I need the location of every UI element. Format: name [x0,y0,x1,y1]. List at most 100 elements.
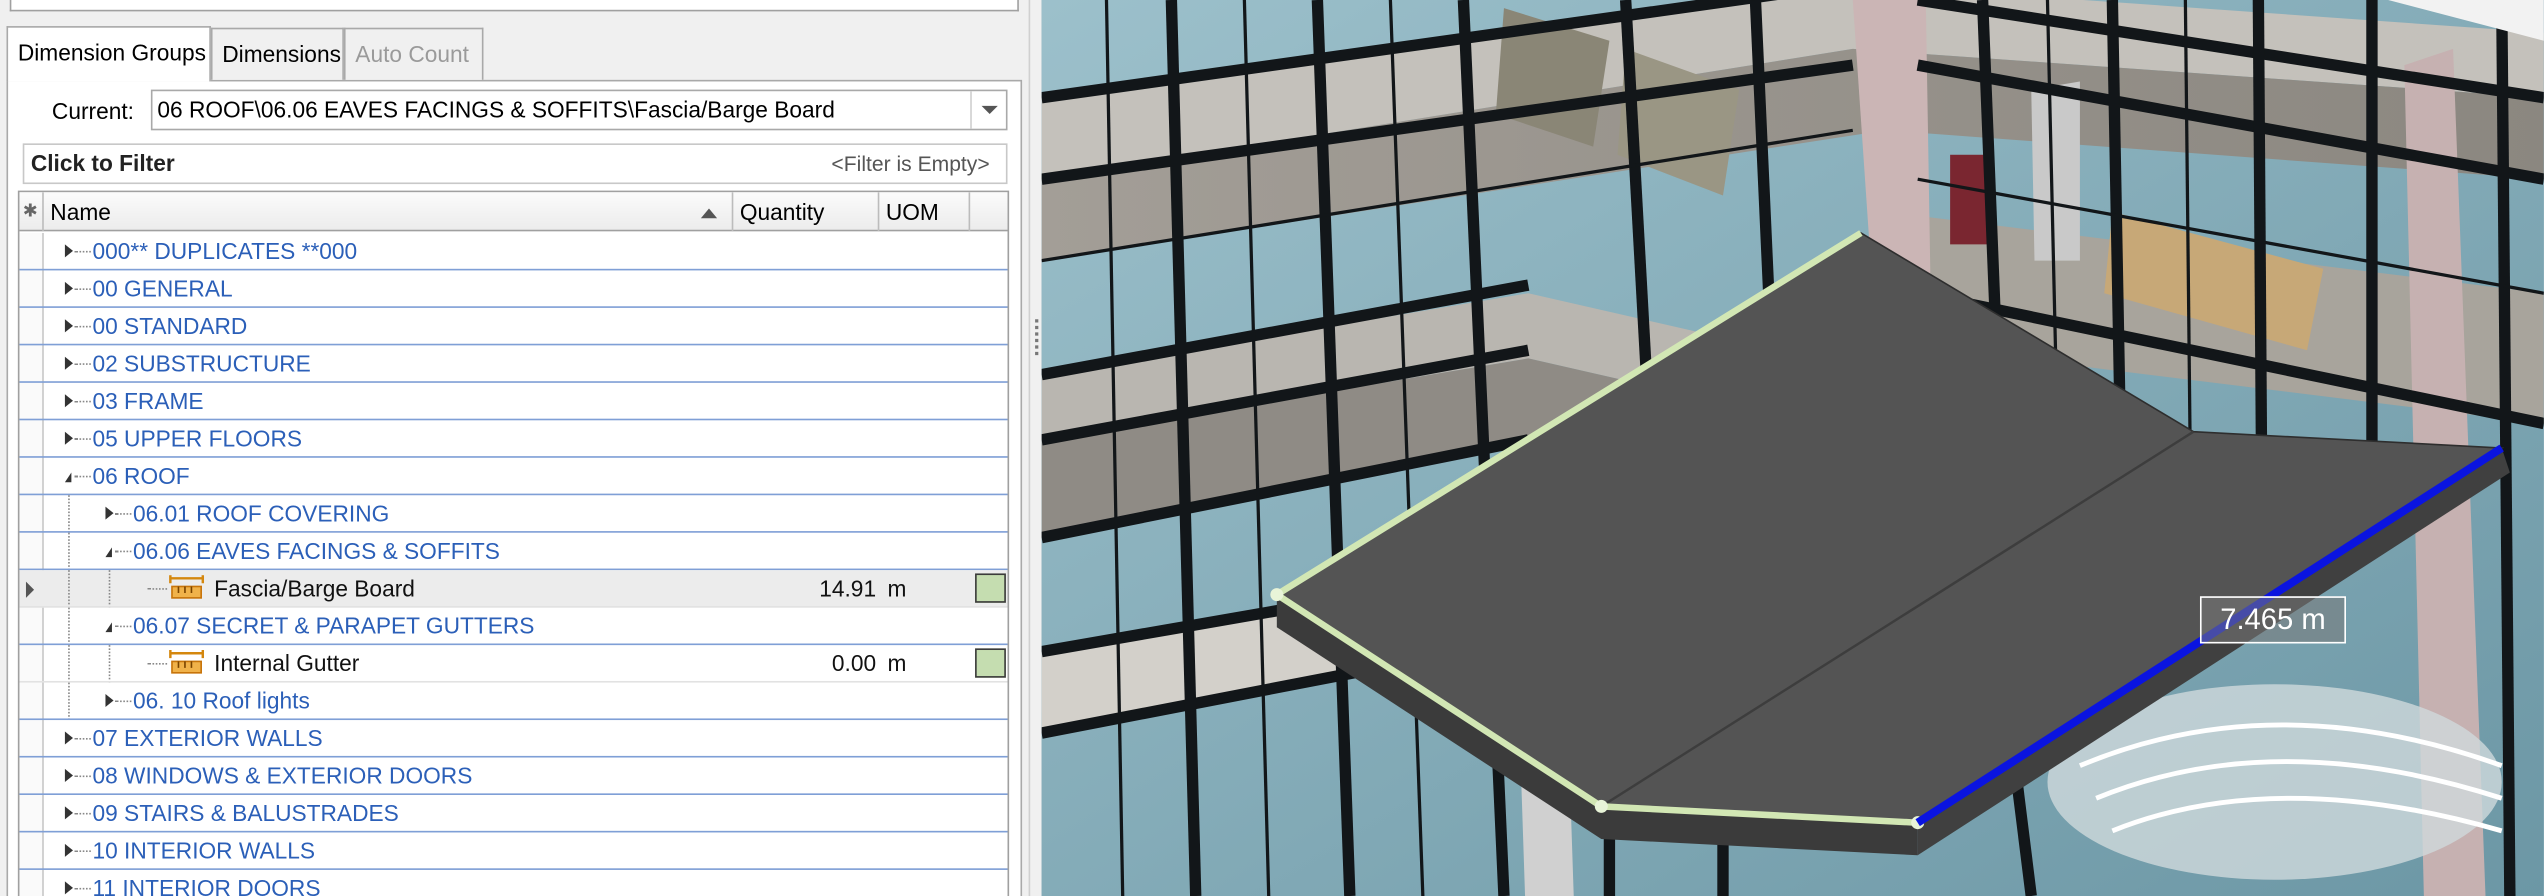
expand-arrow-icon[interactable] [64,881,74,895]
expand-arrow-icon[interactable] [64,244,74,258]
tree-connector [74,400,91,403]
tree-group-row[interactable]: 10 INTERIOR WALLS [19,832,1008,870]
tree-connector [74,288,91,290]
tree-connector [74,475,91,478]
tree-connector [115,700,132,703]
group-name: 00 STANDARD [92,312,248,339]
expand-arrow-icon[interactable] [64,431,74,445]
group-name: 06.07 SECRET & PARAPET GUTTERS [133,612,535,639]
group-name: 08 WINDOWS & EXTERIOR DOORS [92,762,473,789]
tree-connector [68,495,70,533]
tree-connector [115,550,132,553]
item-name: Fascia/Barge Board [214,575,415,602]
group-name: 07 EXTERIOR WALLS [92,724,323,752]
quantity-value: 14.91 [819,575,877,602]
chevron-down-icon[interactable] [970,91,1006,129]
column-header-name[interactable]: Name [44,192,734,232]
color-swatch[interactable] [975,573,1006,603]
current-group-dropdown[interactable]: 06 ROOF\06.06 EAVES FACINGS & SOFFITS\Fa… [150,89,1008,131]
tab-dimension-groups[interactable]: Dimension Groups [6,26,211,82]
measurement-label: 7.465 m [2199,596,2346,644]
tree-connector [147,588,168,590]
panel-splitter[interactable] [1028,0,1042,896]
column-header-quantity[interactable]: Quantity [733,192,880,232]
tree-group-row[interactable]: 06.01 ROOF COVERING [19,495,1008,533]
tree-connector [108,570,111,608]
tree-connector [68,570,70,608]
expand-arrow-icon[interactable] [105,693,114,708]
color-swatch[interactable] [975,648,1006,678]
current-label: Current: [51,97,134,124]
linear-dimension-icon [169,650,205,674]
tree-connector [74,775,91,778]
group-name: 02 SUBSTRUCTURE [92,350,311,377]
expand-arrow-icon[interactable] [64,806,74,820]
building-model-render [1041,0,2544,896]
tree-rows: 000** DUPLICATES **000 00 GENERAL 00 STAND… [19,233,1008,896]
group-name: 09 STAIRS & BALUSTRADES [92,799,399,826]
group-name: 06 ROOF [92,462,190,489]
tree-connector [74,438,91,440]
quantity-value: 0.00 [831,650,877,677]
tree-connector [74,850,91,853]
tree-group-row[interactable]: 06.07 SECRET & PARAPET GUTTERS [19,607,1008,646]
tree-connector [74,887,91,890]
group-name: 05 UPPER FLOORS [92,425,303,452]
tree-connector [74,325,91,328]
tree-connector [68,532,70,571]
uom-value: m [887,575,907,602]
dimension-groups-panel: Dimension Groups Dimensions Auto Count C… [0,0,1029,896]
filter-bar[interactable]: Click to Filter <Filter is Empty> [22,143,1008,185]
tree-connector [115,513,132,515]
tree-group-row[interactable]: 05 UPPER FLOORS [19,420,1008,458]
tree-item-row[interactable]: Fascia/Barge Board 14.91 m [19,570,1008,608]
tree-group-row[interactable]: 06 ROOF [19,458,1008,496]
grip-icon [1035,319,1039,356]
tree-connector [68,607,70,646]
group-name: 11 INTERIOR DOORS [92,874,321,896]
filter-status: <Filter is Empty> [831,151,990,176]
tree-connector [108,645,111,683]
tree-group-row[interactable]: 06.06 EAVES FACINGS & SOFFITS [19,532,1008,571]
group-name: 00 GENERAL [92,275,233,302]
group-name: 06. 10 Roof lights [133,687,310,714]
tree-item-row[interactable]: Internal Gutter 0.00 m [19,645,1008,683]
tab-dimensions[interactable]: Dimensions [210,27,344,80]
dimension-groups-tree[interactable]: ✱ Name Quantity UOM 000** DUPLICATES **0… [17,190,1010,896]
sort-ascending-icon [700,208,718,219]
group-name: 06.06 EAVES FACINGS & SOFFITS [133,537,500,564]
group-name: 06.01 ROOF COVERING [133,500,390,527]
expand-arrow-icon[interactable] [64,843,74,857]
collapse-arrow-icon[interactable] [105,622,112,633]
expand-arrow-icon[interactable] [64,281,74,295]
expand-arrow-icon[interactable] [105,506,114,520]
column-header-uom[interactable]: UOM [879,192,971,232]
uom-value: m [887,650,907,677]
tree-group-row[interactable]: 03 FRAME [19,383,1008,421]
expand-arrow-icon[interactable] [64,731,74,745]
expand-arrow-icon[interactable] [64,319,74,333]
tree-group-row[interactable]: 00 GENERAL [19,270,1008,308]
tree-group-row[interactable]: 06. 10 Roof lights [19,682,1008,721]
tree-group-row[interactable]: 09 STAIRS & BALUSTRADES [19,795,1008,833]
grid-header: ✱ Name Quantity UOM [19,192,1008,232]
tree-group-row[interactable]: 000** DUPLICATES **000 [19,233,1008,271]
group-name: 000** DUPLICATES **000 [92,237,358,264]
tree-group-row[interactable]: 00 STANDARD [19,308,1008,346]
top-toolbar-strip [0,0,1029,14]
3d-model-viewport[interactable]: 7.465 m [1041,0,2544,896]
tree-group-row[interactable]: 11 INTERIOR DOORS [19,870,1007,896]
expand-arrow-icon[interactable] [64,768,74,782]
tree-connector [115,625,132,628]
collapse-arrow-icon[interactable] [105,547,112,558]
item-name: Internal Gutter [214,650,360,677]
expand-arrow-icon[interactable] [64,356,74,370]
expand-arrow-icon[interactable] [64,394,74,408]
filter-title: Click to Filter [30,149,175,176]
tree-connector [68,682,70,721]
collapse-arrow-icon[interactable] [64,472,72,483]
tree-group-row[interactable]: 07 EXTERIOR WALLS [19,720,1008,758]
tree-group-row[interactable]: 02 SUBSTRUCTURE [19,345,1008,383]
tree-connector [74,812,91,815]
tree-group-row[interactable]: 08 WINDOWS & EXTERIOR DOORS [19,758,1008,796]
